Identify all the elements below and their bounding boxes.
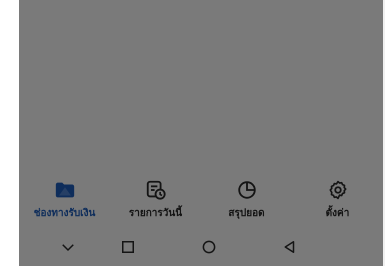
back-triangle-icon[interactable]	[278, 236, 300, 258]
bottom-navigation: ช่องทางรับเงิน รายการวันนี้ สรุปยอด ตั้ง…	[19, 172, 383, 228]
nav-label-payment-channels: ช่องทางรับเงิน	[33, 208, 96, 219]
receipt-clock-icon	[144, 178, 168, 202]
nav-label-summary: สรุปยอด	[228, 208, 265, 219]
nav-label-today-transactions: รายการวันนี้	[128, 208, 183, 219]
nav-item-settings[interactable]: ตั้งค่า	[292, 178, 383, 228]
nav-label-settings: ตั้งค่า	[325, 208, 350, 219]
system-navigation-bar	[19, 228, 383, 266]
pie-chart-icon	[235, 178, 259, 202]
folder-icon	[53, 178, 77, 202]
left-margin	[0, 0, 19, 266]
nav-item-summary[interactable]: สรุปยอด	[201, 178, 292, 228]
content-area	[19, 0, 383, 172]
nav-item-payment-channels[interactable]: ช่องทางรับเงิน	[19, 178, 110, 228]
chevron-down-icon[interactable]	[57, 236, 79, 258]
gear-icon	[326, 178, 350, 202]
nav-item-today-transactions[interactable]: รายการวันนี้	[110, 178, 201, 228]
app-screen: ช่องทางรับเงิน รายการวันนี้ สรุปยอด ตั้ง…	[19, 0, 383, 266]
home-circle-icon[interactable]	[198, 236, 220, 258]
recents-square-icon[interactable]	[117, 236, 139, 258]
